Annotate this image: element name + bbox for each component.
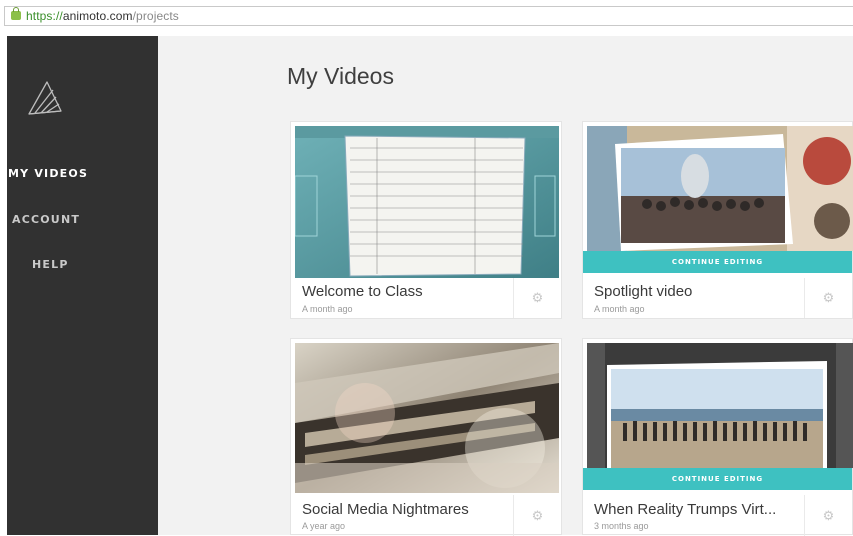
video-date: A month ago: [302, 304, 353, 314]
lock-icon: [11, 7, 21, 20]
animoto-logo-icon[interactable]: [25, 78, 65, 118]
gear-icon: ⚙: [822, 290, 835, 305]
sidebar-item-account[interactable]: ACCOUNT: [12, 213, 163, 226]
video-thumbnail[interactable]: [295, 343, 559, 493]
settings-button[interactable]: ⚙: [513, 278, 561, 318]
gear-icon: ⚙: [822, 507, 835, 523]
settings-button[interactable]: ⚙: [804, 278, 852, 318]
video-title[interactable]: Spotlight video: [594, 283, 692, 300]
video-thumbnail[interactable]: [295, 126, 559, 278]
continue-editing-button[interactable]: CONTINUE EDITING: [583, 468, 852, 490]
video-card[interactable]: CONTINUE EDITING When Reality Trumps Vir…: [582, 338, 853, 536]
video-title[interactable]: Welcome to Class: [302, 283, 423, 300]
url-text[interactable]: https://animoto.com/projects: [26, 9, 179, 23]
video-title[interactable]: Social Media Nightmares: [302, 501, 469, 518]
video-title[interactable]: When Reality Trumps Virt...: [594, 501, 776, 518]
video-card[interactable]: Social Media Nightmares A year ago ⚙: [290, 338, 562, 536]
browser-address-bar: https://animoto.com/projects: [0, 0, 853, 30]
settings-button[interactable]: ⚙: [804, 495, 852, 536]
gear-icon: ⚙: [531, 290, 544, 305]
video-card[interactable]: Welcome to Class A month ago ⚙: [290, 121, 562, 319]
continue-editing-button[interactable]: CONTINUE EDITING: [583, 251, 852, 273]
video-date: A month ago: [594, 304, 645, 314]
video-thumbnail[interactable]: [587, 126, 853, 251]
url-path: /projects: [132, 9, 179, 23]
url-scheme: https://: [26, 9, 63, 23]
url-field[interactable]: https://animoto.com/projects: [4, 6, 853, 26]
url-host: animoto.com: [62, 9, 133, 23]
sidebar-item-my-videos[interactable]: MY VIDEOS: [8, 167, 159, 180]
sidebar: MY VIDEOS ACCOUNT HELP: [7, 36, 158, 535]
settings-button[interactable]: ⚙: [513, 495, 561, 536]
video-card[interactable]: CONTINUE EDITING Spotlight video A month…: [582, 121, 853, 319]
page-title: My Videos: [287, 63, 394, 89]
gear-icon: ⚙: [531, 507, 544, 523]
video-thumbnail[interactable]: [587, 343, 853, 468]
video-date: A year ago: [302, 521, 346, 531]
main-content: My Videos Welcome to Class A month ago ⚙…: [158, 36, 853, 536]
video-date: 3 months ago: [594, 521, 649, 531]
